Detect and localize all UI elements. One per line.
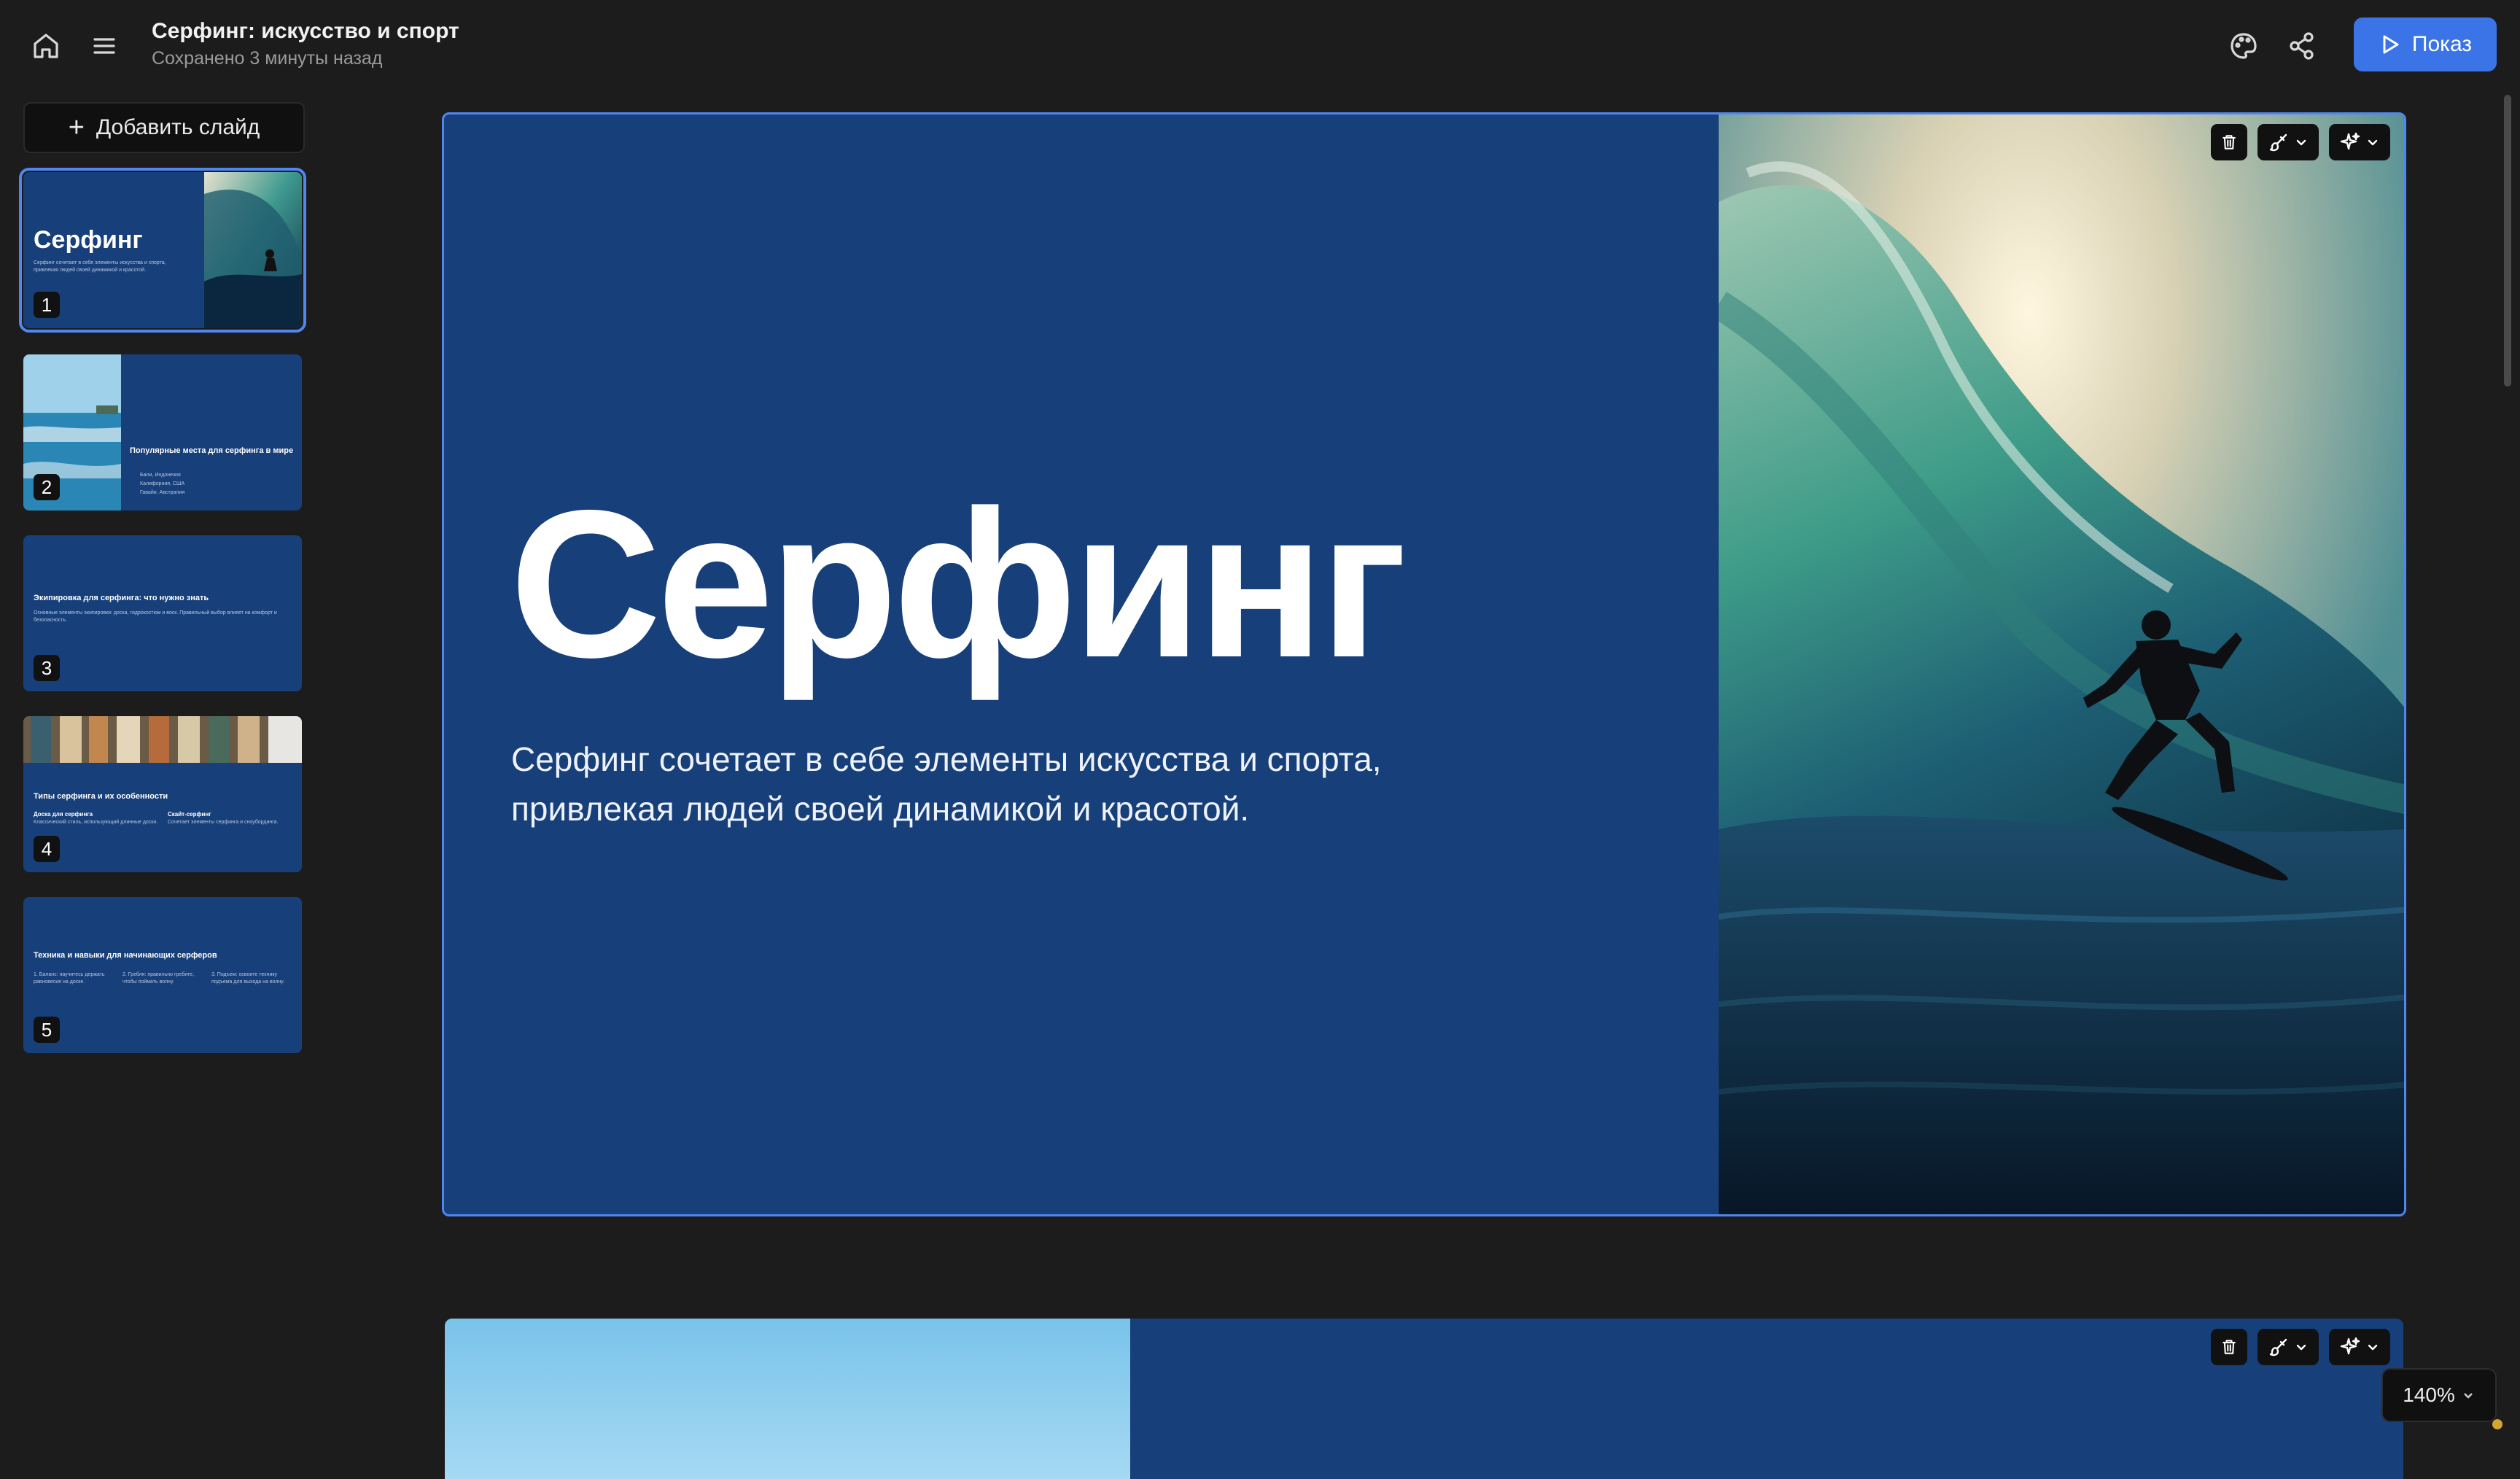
menu-button[interactable] (80, 22, 128, 70)
slide-canvas-2[interactable] (445, 1319, 2403, 1479)
palette-icon (2231, 33, 2257, 59)
save-status: Сохранено 3 минуты назад (152, 48, 383, 69)
thumb-2-title: Популярные места для серфинга в мире (130, 446, 294, 455)
menu-icon (93, 38, 115, 54)
slide-canvas-1[interactable]: Серфинг Серфинг сочетает в себе элементы… (442, 112, 2406, 1216)
brush-icon (2269, 133, 2287, 152)
chevron-down-icon (2296, 1344, 2306, 1351)
zoom-level: 140% (2403, 1383, 2455, 1406)
thumb-3-title: Экипировка для серфинга: что нужно знать (34, 594, 209, 602)
thumb-1-number: 1 (34, 292, 60, 318)
delete-slide-button[interactable] (2211, 1329, 2247, 1365)
slide-thumbnail-5[interactable]: Техника и навыки для начинающих серферов… (23, 897, 302, 1053)
thumb-2-number: 2 (34, 474, 60, 500)
status-indicator (2492, 1419, 2502, 1429)
play-icon (2383, 35, 2399, 54)
slide-title[interactable]: Серфинг (510, 479, 1407, 689)
thumb-5-step-2: 2. Гребля: правильно гребите, чтобы пойм… (122, 972, 195, 985)
thumb-4-col1-title: Доска для серфинга (34, 811, 93, 818)
top-bar: Серфинг: искусство и спорт Сохранено 3 м… (0, 0, 2520, 90)
chevron-down-icon (2296, 139, 2306, 146)
slide-2-photo (445, 1319, 1130, 1479)
theme-button[interactable] (2220, 22, 2268, 70)
thumb-5-title: Техника и навыки для начинающих серферов (34, 951, 217, 960)
thumb-2-bullet-1: Бали, Индонезия (140, 473, 181, 478)
home-button[interactable] (22, 22, 70, 70)
chevron-down-icon (2463, 1393, 2473, 1399)
slide-thumbnail-4[interactable]: Типы серфинга и их особенности Доска для… (23, 716, 302, 872)
style-menu-button[interactable] (2258, 1329, 2319, 1365)
share-icon (2290, 32, 2314, 60)
thumb-5-step-3: 3. Подъем: освоите технику подъема для в… (211, 972, 284, 985)
slide-subtitle[interactable]: Серфинг сочетает в себе элементы искусст… (511, 734, 1532, 834)
thumb-4-title: Типы серфинга и их особенности (34, 792, 168, 801)
ai-menu-button[interactable] (2329, 124, 2390, 160)
plus-icon: + (68, 112, 85, 143)
chevron-down-icon (2368, 139, 2378, 146)
thumb-3-number: 3 (34, 655, 60, 681)
slide-thumbnail-2[interactable]: Популярные места для серфинга в мире Бал… (23, 354, 302, 511)
thumb-5-number: 5 (34, 1017, 60, 1043)
sparkle-icon (2340, 132, 2360, 150)
add-slide-button[interactable]: + Добавить слайд (23, 102, 305, 153)
present-label: Показ (2411, 32, 2473, 56)
slide-thumbnail-3[interactable]: Экипировка для серфинга: что нужно знать… (23, 535, 302, 691)
thumb-4-col1-text: Классический стиль, использующий длинные… (34, 820, 158, 825)
trash-icon (2222, 135, 2236, 150)
ai-menu-button[interactable] (2329, 1329, 2390, 1365)
chevron-down-icon (2368, 1344, 2378, 1351)
scrollbar-thumb[interactable] (2504, 95, 2511, 387)
zoom-control[interactable]: 140% (2381, 1368, 2497, 1422)
document-title[interactable]: Серфинг: искусство и спорт (152, 19, 459, 44)
slide-2-toolbar (2211, 1329, 2390, 1365)
home-icon (34, 34, 58, 58)
sparkle-icon (2340, 1337, 2360, 1355)
delete-slide-button[interactable] (2211, 124, 2247, 160)
thumb-4-number: 4 (34, 836, 60, 862)
thumb-4-col2-text: Сочетает элементы серфинга и сноубординг… (168, 820, 279, 825)
thumb-2-bullet-3: Гавайи, Австралия (140, 490, 185, 495)
thumb-5-step-1: 1. Баланс: научитесь держать равновесие … (34, 972, 105, 985)
add-slide-label: Добавить слайд (96, 115, 260, 139)
style-menu-button[interactable] (2258, 124, 2319, 160)
thumb-1-title: Серфинг (34, 226, 143, 254)
share-button[interactable] (2278, 22, 2326, 70)
thumb-1-text: Серфинг сочетает в себе элементы искусст… (34, 260, 166, 273)
thumb-3-text: Основные элементы экипировки: доска, гид… (34, 610, 277, 623)
slide-1-toolbar (2211, 124, 2390, 160)
thumb-2-bullet-2: Калифорния, США (140, 481, 185, 486)
trash-icon (2222, 1340, 2236, 1354)
thumb-1-image (204, 172, 302, 328)
thumb-4-col2-title: Скайт-серфинг (168, 811, 211, 818)
thumb-4-image (23, 716, 302, 763)
surfer-photo[interactable] (1719, 114, 2404, 1214)
slide-thumbnail-1[interactable]: Серфинг Серфинг сочетает в себе элементы… (19, 168, 306, 333)
brush-icon (2269, 1338, 2287, 1356)
present-button[interactable]: Показ (2354, 18, 2497, 71)
